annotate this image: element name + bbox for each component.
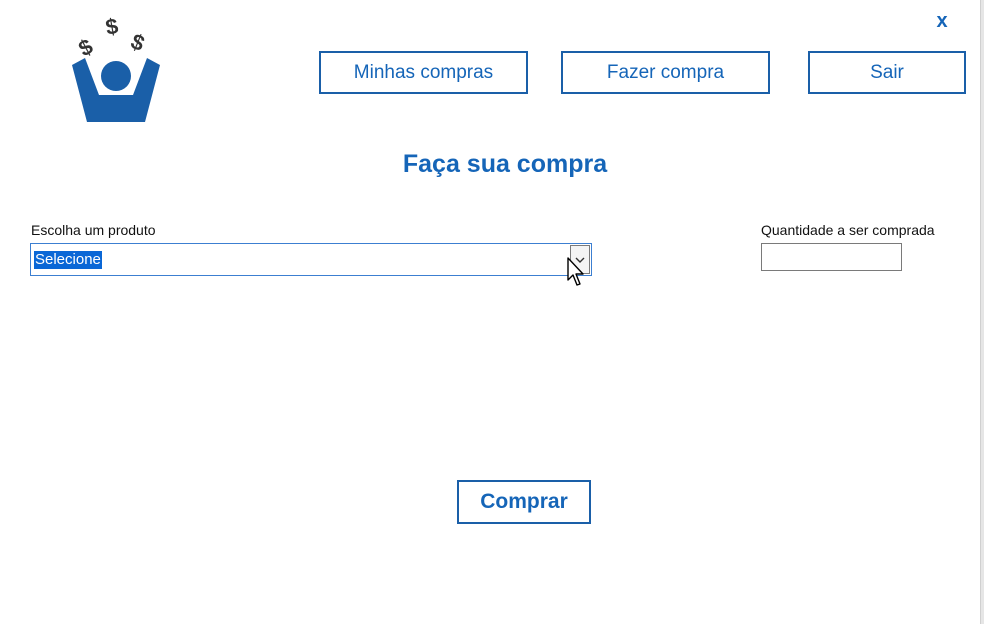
produto-select[interactable]: Selecione	[30, 243, 592, 276]
comprar-button[interactable]: Comprar	[457, 480, 591, 524]
mouse-cursor-icon	[567, 257, 584, 286]
minhas-compras-button[interactable]: Minhas compras	[319, 51, 528, 94]
produto-label: Escolha um produto	[31, 222, 156, 238]
money-person-icon: $ $ $	[72, 13, 160, 122]
logo-dollar-right: $	[127, 28, 148, 56]
purchase-window: x $ $ $ Minhas compras Fazer compra Sair…	[0, 0, 984, 624]
logo-dollar-left: $	[74, 34, 97, 62]
logo-dollar-center: $	[104, 13, 120, 40]
page-title: Faça sua compra	[402, 150, 608, 178]
window-edge	[980, 0, 984, 624]
sair-button[interactable]: Sair	[808, 51, 966, 94]
quantidade-input[interactable]	[761, 243, 902, 271]
produto-selected-value: Selecione	[34, 251, 102, 269]
fazer-compra-button[interactable]: Fazer compra	[561, 51, 770, 94]
quantidade-label: Quantidade a ser comprada	[761, 222, 935, 238]
close-button[interactable]: x	[930, 8, 954, 34]
